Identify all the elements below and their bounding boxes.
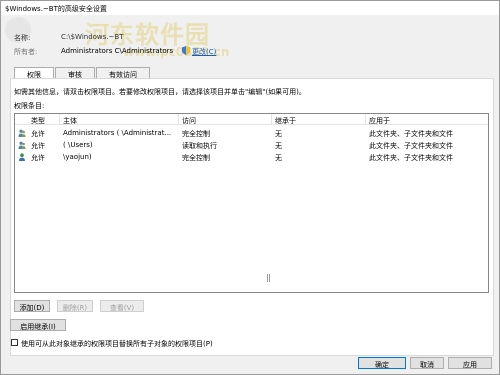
table-row[interactable]: 允许 Administrators ( \Administrat... 完全控制… (15, 127, 488, 139)
change-owner-link[interactable]: 更改(C) (192, 47, 216, 57)
apply-button[interactable]: 应用 (448, 357, 492, 369)
window-title: $Windows.~BT的高级安全设置 (5, 5, 107, 13)
ok-button[interactable]: 确定 (358, 357, 406, 369)
entry-type: 允许 (31, 154, 45, 162)
view-button[interactable]: 查看(V) (100, 300, 144, 312)
table-row[interactable]: 允许 \yaojun) 完全控制 无 此文件夹、子文件夹和文件 (15, 151, 488, 163)
entry-principal: ( \Users) (63, 141, 93, 149)
replace-child-permissions-label[interactable]: 使用可从此对象继承的权限项目替换所有子对象的权限项目(P) (21, 339, 213, 349)
column-access[interactable]: 访问 (182, 116, 196, 126)
cancel-button[interactable]: 取消 (410, 357, 444, 369)
entry-type: 允许 (31, 130, 45, 138)
user-icon (19, 153, 25, 161)
column-principal[interactable]: 主体 (63, 116, 77, 126)
permission-entries-list[interactable]: 类型 主体 访问 继承于 应用于 允许 Administrators ( \Ad… (14, 113, 489, 293)
name-label: 名称: (14, 34, 31, 42)
entry-inherited-from: 无 (275, 142, 282, 150)
advanced-security-window: $Windows.~BT的高级安全设置 河东软件园 www.pc0359.cn … (0, 0, 500, 375)
entry-inherited-from: 无 (275, 130, 282, 138)
user-group-icon (18, 141, 26, 149)
replace-child-permissions-checkbox[interactable] (11, 339, 18, 346)
remove-button[interactable]: 删除(R) (57, 300, 93, 312)
name-value: C:\$Windows.~BT (61, 33, 124, 41)
column-inherited-from[interactable]: 继承于 (275, 116, 296, 126)
entry-principal: Administrators ( \Administrat... (63, 129, 172, 137)
add-button[interactable]: 添加(D) (14, 300, 50, 312)
permission-entries-label: 权限条目: (14, 102, 45, 110)
entry-type: 允许 (31, 142, 45, 150)
info-text: 如需其他信息，请双击权限项目。若要修改权限项目，请选择该项目并单击"编辑"(如果… (14, 88, 306, 96)
table-row[interactable]: 允许 ( \Users) 读取和执行 无 此文件夹、子文件夹和文件 (15, 139, 488, 151)
entry-applies-to: 此文件夹、子文件夹和文件 (369, 142, 453, 150)
enable-inheritance-button[interactable]: 启用继承(I) (10, 319, 66, 331)
owner-value: Administrators C\Administrators (61, 47, 174, 55)
entry-inherited-from: 无 (275, 154, 282, 162)
uac-shield-icon (182, 46, 190, 55)
list-header: 类型 主体 访问 继承于 应用于 (15, 114, 488, 125)
user-group-icon (18, 129, 26, 137)
title-bar: $Windows.~BT的高级安全设置 (1, 1, 499, 15)
entry-principal: \yaojun) (63, 153, 92, 161)
entry-applies-to: 此文件夹、子文件夹和文件 (369, 154, 453, 162)
entry-access: 读取和执行 (182, 142, 217, 150)
entry-access: 完全控制 (182, 130, 210, 138)
column-applies-to[interactable]: 应用于 (369, 116, 390, 126)
entry-access: 完全控制 (182, 154, 210, 162)
owner-label: 所有者: (14, 48, 38, 56)
resize-grip-icon[interactable] (267, 274, 270, 282)
column-type[interactable]: 类型 (31, 116, 45, 126)
entry-applies-to: 此文件夹、子文件夹和文件 (369, 130, 453, 138)
